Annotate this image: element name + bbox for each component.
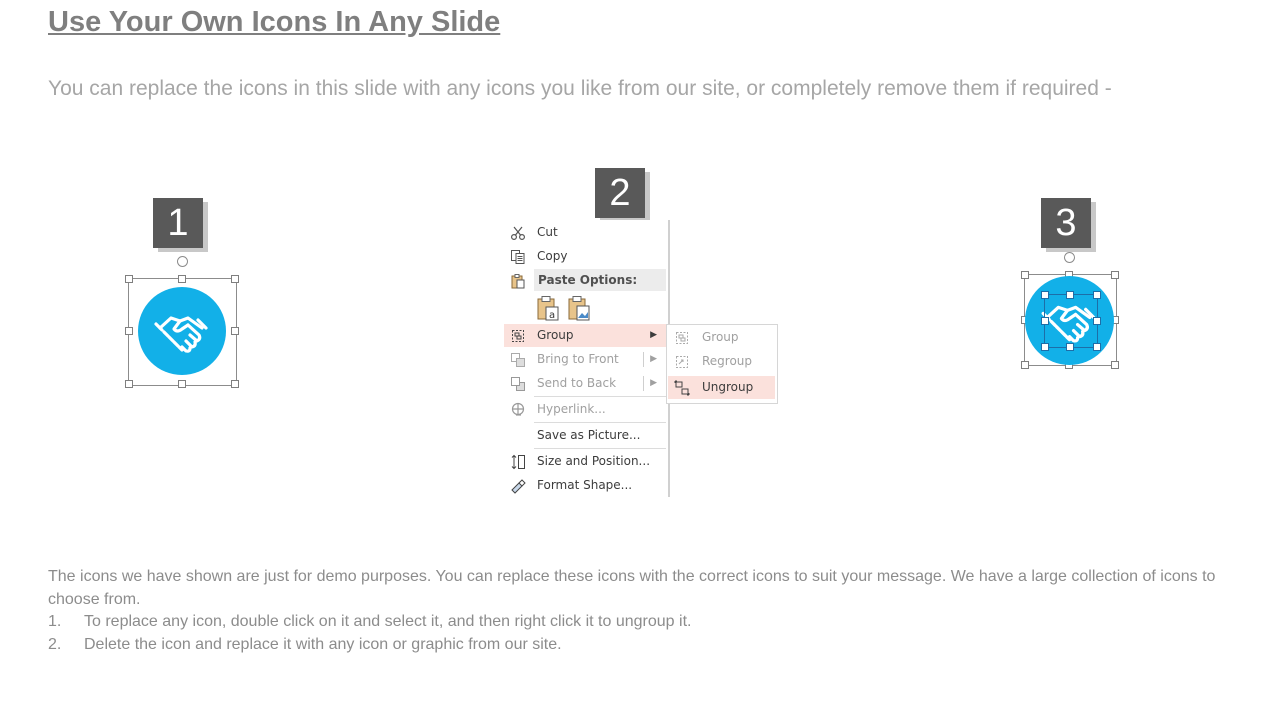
instructions-intro: The icons we have shown are just for dem…	[48, 568, 1216, 608]
inner-resize-handle[interactable]	[1066, 343, 1074, 351]
regroup-icon	[674, 354, 690, 370]
submenu-item-group[interactable]: Group	[668, 326, 775, 349]
instruction-item-1: 1. To replace any icon, double click on …	[48, 613, 692, 630]
menu-item-copy[interactable]: Copy	[504, 245, 666, 268]
submenu-item-regroup[interactable]: Regroup	[668, 350, 775, 373]
resize-handle[interactable]	[125, 327, 133, 335]
bring-to-front-icon	[510, 352, 526, 368]
inner-resize-handle[interactable]	[1093, 317, 1101, 325]
scissors-icon	[510, 225, 526, 241]
menu-item-group[interactable]: Group ▶	[504, 324, 666, 347]
menu-item-bring-to-front[interactable]: Bring to Front ▶	[504, 348, 666, 371]
inner-resize-handle[interactable]	[1093, 343, 1101, 351]
hyperlink-icon	[510, 402, 526, 418]
resize-handle[interactable]	[231, 275, 239, 283]
rotate-handle[interactable]	[1064, 252, 1075, 263]
svg-text:a: a	[549, 310, 555, 321]
handshake-icon[interactable]	[138, 287, 226, 375]
submenu-item-ungroup[interactable]: Ungroup	[668, 376, 775, 399]
step-number-1: 1	[153, 198, 203, 248]
group-icon	[674, 330, 690, 346]
clipboard-icon	[510, 273, 526, 289]
inner-resize-handle[interactable]	[1041, 291, 1049, 299]
submenu-arrow-icon: ▶	[650, 354, 657, 364]
instruction-item-2: 2. Delete the icon and replace it with a…	[48, 635, 562, 653]
size-position-icon	[510, 454, 526, 470]
menu-item-format-shape[interactable]: Format Shape...	[504, 474, 666, 497]
group-icon	[510, 328, 526, 344]
step-number-3: 3	[1041, 198, 1091, 248]
paste-picture-icon[interactable]	[567, 295, 591, 321]
menu-item-send-to-back[interactable]: Send to Back ▶	[504, 372, 666, 395]
resize-handle[interactable]	[178, 380, 186, 388]
inner-resize-handle[interactable]	[1041, 317, 1049, 325]
resize-handle[interactable]	[125, 275, 133, 283]
menu-item-hyperlink[interactable]: Hyperlink...	[504, 398, 666, 421]
send-to-back-icon	[510, 376, 526, 392]
format-shape-icon	[510, 478, 526, 494]
resize-handle[interactable]	[231, 380, 239, 388]
instructions-text: The icons we have shown are just for dem…	[48, 566, 1248, 656]
slide-title: Use Your Own Icons In Any Slide	[48, 6, 501, 38]
group-submenu: Group Regroup Ungroup	[666, 324, 778, 404]
slide-subtitle: You can replace the icons in this slide …	[48, 77, 1112, 100]
resize-handle[interactable]	[178, 275, 186, 283]
menu-item-save-as-picture[interactable]: Save as Picture...	[504, 424, 666, 447]
rotate-handle[interactable]	[177, 256, 188, 267]
menu-item-cut[interactable]: Cut	[504, 221, 666, 244]
inner-resize-handle[interactable]	[1093, 291, 1101, 299]
inner-selection-frame	[1044, 294, 1098, 348]
submenu-arrow-icon: ▶	[650, 378, 657, 388]
context-menu: Cut Copy Paste Options: a Group ▶ Bring …	[500, 220, 670, 497]
paste-keep-text-icon[interactable]: a	[536, 295, 560, 321]
submenu-arrow-icon: ▶	[650, 330, 657, 340]
paste-options-header: Paste Options:	[534, 269, 666, 291]
inner-resize-handle[interactable]	[1066, 291, 1074, 299]
inner-resize-handle[interactable]	[1041, 343, 1049, 351]
copy-icon	[510, 249, 526, 265]
ungroup-icon	[674, 380, 690, 396]
menu-item-size-and-position[interactable]: Size and Position...	[504, 450, 666, 473]
resize-handle[interactable]	[231, 327, 239, 335]
resize-handle[interactable]	[125, 380, 133, 388]
step-number-2: 2	[595, 168, 645, 218]
